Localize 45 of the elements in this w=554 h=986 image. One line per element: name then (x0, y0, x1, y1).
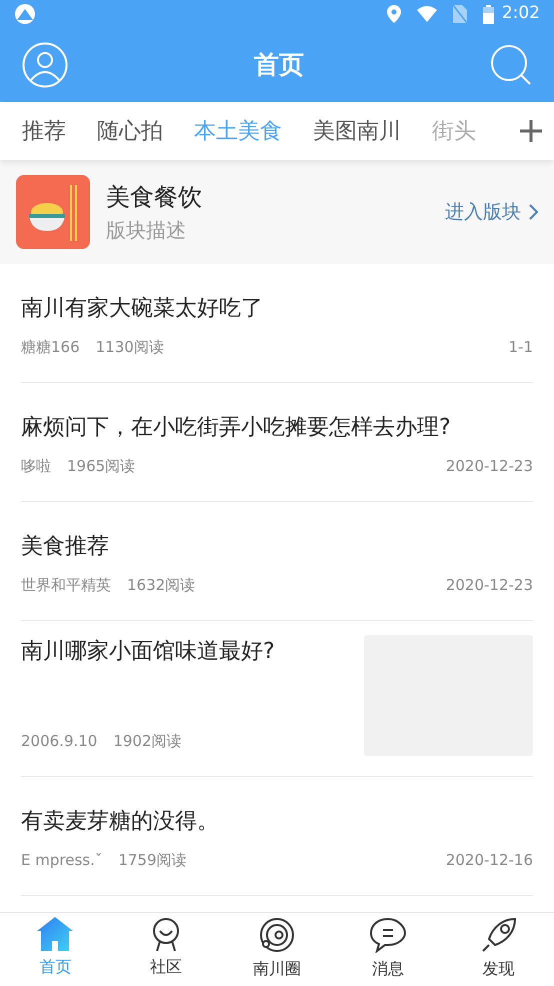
page-title: 首页 (254, 49, 304, 82)
orbit-icon (258, 917, 295, 953)
app-logo-icon (14, 3, 36, 25)
nav-tab[interactable]: 消息 (332, 913, 444, 986)
post-title[interactable]: 南川有家大碗菜太好吃了 (21, 292, 533, 325)
category-tab[interactable]: 随心拍 (97, 114, 163, 148)
post-read-count: 1130阅读 (96, 336, 164, 358)
post-author: 2006.9.10 (21, 730, 98, 752)
category-tab[interactable]: 推荐 (22, 114, 66, 148)
post-title[interactable]: 有卖麦芽糖的没得。 (21, 805, 533, 838)
post-date: 2020-12-16 (446, 850, 533, 870)
chevron-right-icon (529, 204, 538, 220)
post-title[interactable]: 美食推荐 (21, 530, 533, 563)
post-date: 2020-12-23 (446, 574, 533, 596)
post-date: 2020-12-23 (446, 456, 533, 476)
nav-tab[interactable]: 南川圈 (222, 913, 332, 986)
battery-icon (482, 4, 494, 24)
add-icon[interactable] (520, 120, 542, 142)
post-author: 世界和平精英 (21, 574, 111, 596)
nav-tab[interactable]: 社区 (110, 913, 222, 986)
no-sim-icon (452, 5, 467, 23)
post-title[interactable]: 南川哪家小面馆味道最好? (21, 635, 348, 668)
post-author: 哆啦 (21, 456, 51, 476)
rice-bowl-icon (16, 175, 90, 249)
post-date: 1-1 (508, 336, 533, 358)
profile-icon[interactable] (22, 42, 68, 88)
enter-board-link[interactable]: 进入版块 (445, 198, 538, 226)
status-time: 2:02 (502, 2, 540, 26)
post-author: E mpress.ˇ (21, 850, 102, 870)
post-read-count: 1902阅读 (113, 730, 182, 752)
post-read-count: 1632阅读 (127, 574, 196, 596)
search-icon[interactable] (490, 44, 532, 86)
post-read-count: 1965阅读 (67, 456, 136, 476)
post-read-count: 1759阅读 (118, 850, 187, 870)
chat-icon (368, 917, 407, 953)
post-author: 糖糖166 (21, 336, 80, 358)
wifi-icon (416, 6, 437, 22)
post-title[interactable]: 麻烦问下，在小吃街弄小吃摊要怎样去办理? (21, 411, 533, 444)
rocket-icon (480, 917, 517, 953)
board-description: 版块描述 (106, 217, 187, 244)
board-name: 美食餐饮 (106, 182, 203, 213)
home-icon (37, 917, 74, 951)
nav-tab[interactable]: 发现 (443, 913, 554, 986)
location-icon (386, 5, 401, 23)
category-tab[interactable]: 美图南川 (313, 114, 401, 148)
